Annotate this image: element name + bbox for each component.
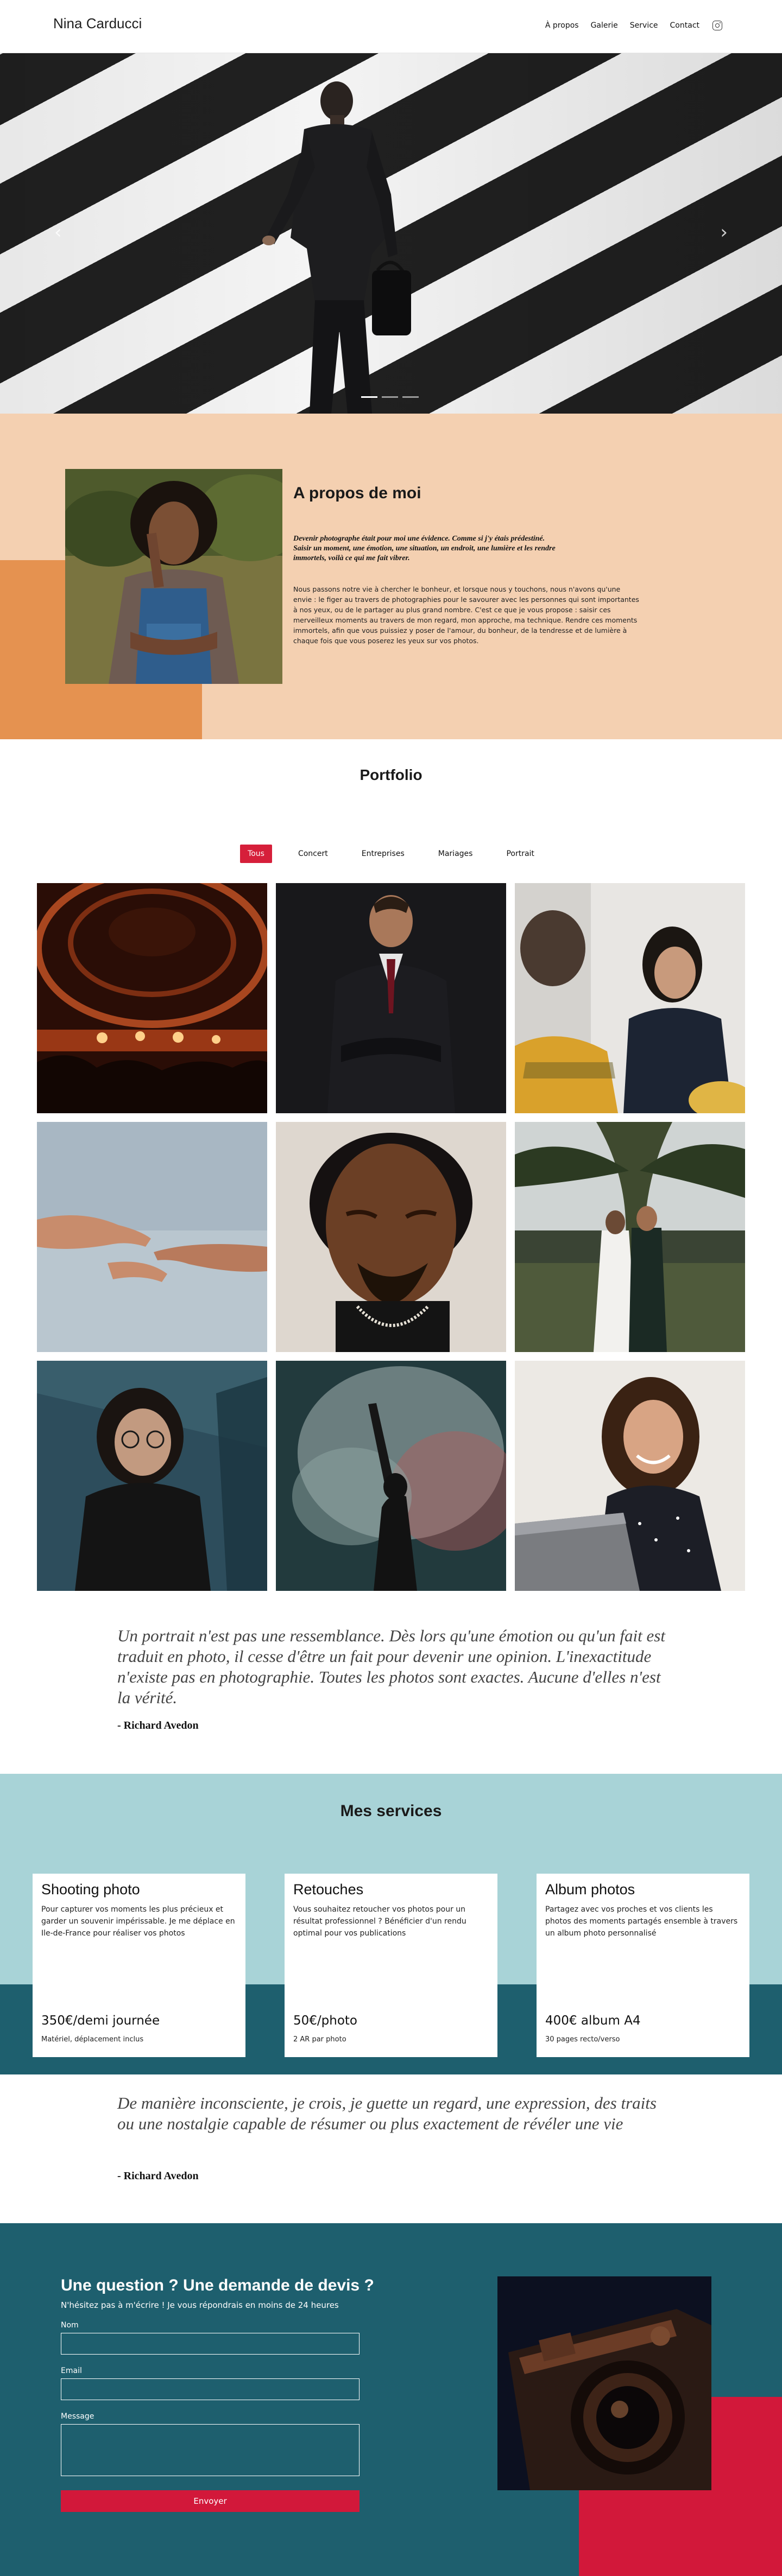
nav-link-galerie[interactable]: Galerie (591, 21, 618, 30)
gallery-image-woman-glasses[interactable] (37, 1361, 267, 1591)
service-card-desc: Pour capturer vos moments les plus préci… (41, 1905, 235, 1938)
site-header: Nina Carducci À propos Galerie Service C… (0, 0, 782, 53)
quote-2-author: - Richard Avedon (117, 2170, 199, 2182)
service-card-retouches: Retouches Vous souhaitez retoucher vos p… (285, 1874, 497, 2057)
portfolio-title: Portfolio (360, 766, 422, 783)
about-lead-text: Devenir photographe était pour moi une é… (293, 535, 556, 562)
service-card-price: 50€/photo (293, 2014, 357, 2028)
gallery-image-business-meeting[interactable] (515, 883, 745, 1113)
name-input[interactable] (61, 2333, 360, 2355)
quote-2-text: De manière inconsciente, je crois, je gu… (117, 2093, 657, 2133)
carousel-prev-arrow-icon[interactable]: ‹ (54, 221, 62, 243)
carousel-indicator-1[interactable] (361, 396, 377, 398)
services-title: Mes services (340, 1802, 442, 1820)
contact-camera-image (497, 2276, 711, 2490)
portfolio-gallery (37, 883, 745, 1591)
page: Nina Carducci À propos Galerie Service C… (0, 0, 782, 2576)
filter-portrait[interactable]: Portrait (499, 845, 541, 863)
send-button[interactable]: Envoyer (61, 2490, 360, 2512)
service-card-album: Album photos Partagez avec vos proches e… (537, 1874, 749, 2057)
service-card-desc: Partagez avec vos proches et vos clients… (545, 1905, 738, 1938)
contact-subtitle: N'hésitez pas à m'écrire ! Je vous répon… (61, 2300, 339, 2310)
service-card-title: Shooting photo (41, 1881, 140, 1898)
services-section: Mes services Shooting photo Pour capture… (0, 1774, 782, 2074)
quote-1-text: Un portrait n'est pas une ressemblance. … (117, 1626, 665, 1707)
about-body-text: Nous passons notre vie à chercher le bon… (293, 585, 639, 645)
service-card-note: 2 AR par photo (293, 2035, 346, 2044)
nav-link-contact[interactable]: Contact (670, 21, 699, 30)
service-card-title: Retouches (293, 1881, 364, 1898)
filter-tous[interactable]: Tous (240, 845, 272, 863)
gallery-image-businessman-suit[interactable] (276, 883, 506, 1113)
filter-concert[interactable]: Concert (291, 845, 336, 863)
about-title: A propos de moi (293, 484, 421, 502)
brand-name[interactable]: Nina Carducci (53, 15, 142, 32)
message-label: Message (61, 2412, 94, 2421)
about-section: A propos de moi Devenir photographe étai… (0, 414, 782, 739)
hero-carousel: ‹ › (0, 53, 782, 414)
service-card-title: Album photos (545, 1881, 635, 1898)
gallery-image-woman-laptop[interactable] (515, 1361, 745, 1591)
filter-entreprises[interactable]: Entreprises (354, 845, 412, 863)
contact-section: Une question ? Une demande de devis ? N'… (0, 2223, 782, 2576)
service-card-note: 30 pages recto/verso (545, 2035, 620, 2044)
gallery-image-hands-reaching[interactable] (37, 1122, 267, 1352)
service-card-price: 350€/demi journée (41, 2014, 160, 2028)
gallery-image-man-portrait[interactable] (276, 1122, 506, 1352)
carousel-indicators (361, 396, 419, 398)
gallery-image-concert-dancer[interactable] (276, 1361, 506, 1591)
portfolio-filters: Tous Concert Entreprises Mariages Portra… (0, 845, 782, 863)
filter-mariages[interactable]: Mariages (431, 845, 481, 863)
email-input[interactable] (61, 2378, 360, 2400)
service-card-note: Matériel, déplacement inclus (41, 2035, 144, 2044)
carousel-next-arrow-icon[interactable]: › (720, 221, 728, 243)
nav-link-a-propos[interactable]: À propos (545, 21, 579, 30)
about-portrait-image (65, 469, 282, 684)
instagram-icon[interactable] (712, 21, 722, 30)
carousel-indicator-3[interactable] (402, 396, 419, 398)
nav-link-service[interactable]: Service (630, 21, 658, 30)
main-nav: À propos Galerie Service Contact (545, 21, 722, 30)
hero-businessman-image (262, 81, 411, 414)
message-textarea[interactable] (61, 2424, 360, 2476)
service-card-desc: Vous souhaitez retoucher vos photos pour… (293, 1905, 466, 1938)
quote-1-author: - Richard Avedon (117, 1720, 199, 1731)
gallery-image-concert-stage[interactable] (37, 883, 267, 1113)
email-label: Email (61, 2366, 82, 2375)
carousel-indicator-2[interactable] (382, 396, 398, 398)
service-card-shooting: Shooting photo Pour capturer vos moments… (33, 1874, 245, 2057)
contact-title: Une question ? Une demande de devis ? (61, 2276, 374, 2294)
gallery-image-wedding-couple[interactable] (515, 1122, 745, 1352)
service-card-price: 400€ album A4 (545, 2014, 641, 2028)
name-label: Nom (61, 2321, 79, 2330)
